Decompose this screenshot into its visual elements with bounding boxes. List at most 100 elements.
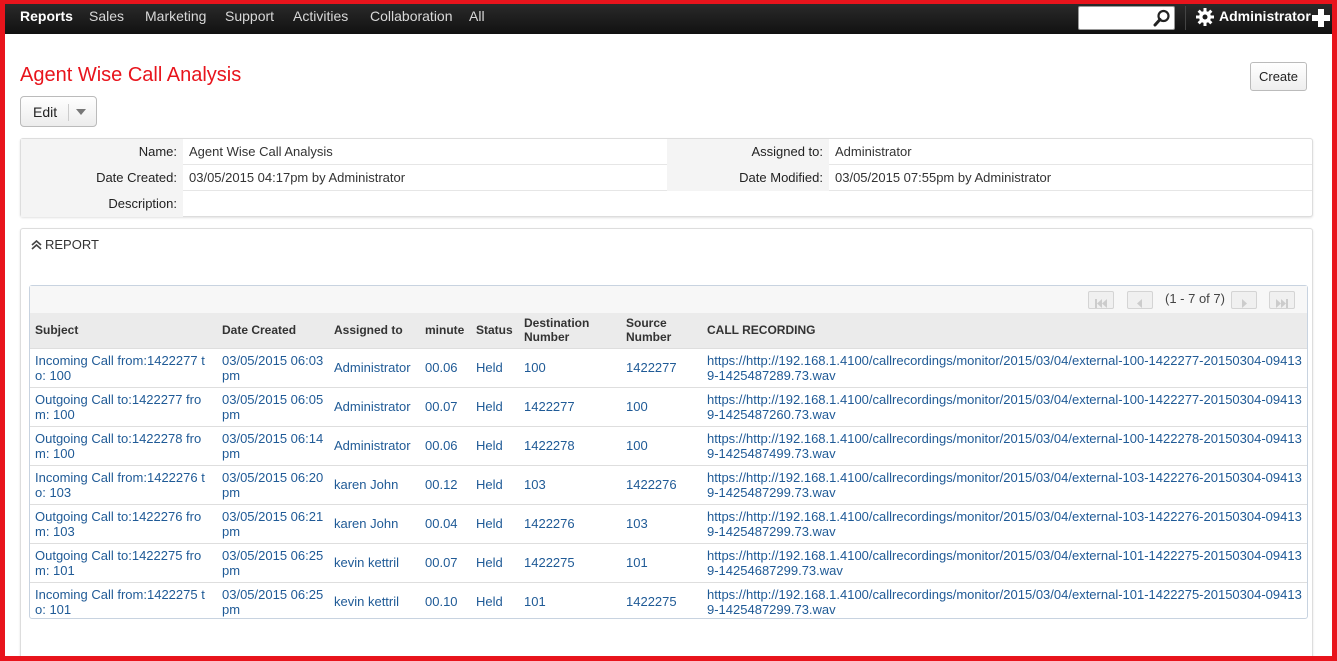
nav-item-support[interactable]: Support [225,8,274,24]
minute-cell[interactable]: 00.12 [425,477,458,492]
search-input[interactable] [1078,6,1175,30]
column-header-subject[interactable]: Subject [30,313,217,348]
column-header-status[interactable]: Status [471,313,519,348]
subject-link[interactable]: Outgoing Call to:1422275 from: 101 [35,548,201,578]
nav-item-collaboration[interactable]: Collaboration [370,8,453,24]
subject-link[interactable]: Incoming Call from:1422277 to: 100 [35,353,205,383]
detail-row-description: Description: [21,191,1312,217]
destination-number-cell[interactable]: 100 [524,360,546,375]
create-button[interactable]: Create [1250,62,1307,91]
detail-row-name: Name: Agent Wise Call Analysis Assigned … [21,139,1312,165]
nav-item-activities[interactable]: Activities [293,8,348,24]
name-label: Name: [21,139,183,165]
minute-cell[interactable]: 00.06 [425,438,458,453]
destination-number-cell[interactable]: 1422277 [524,399,575,414]
report-section-toggle[interactable]: REPORT [31,237,99,252]
subject-link[interactable]: Outgoing Call to:1422278 from: 100 [35,431,201,461]
assigned-to-link[interactable]: Administrator [334,438,411,453]
report-table: (1 - 7 of 7) Subject Date Created Assign… [29,285,1308,621]
source-number-cell[interactable]: 103 [626,516,648,531]
next-page-button[interactable] [1231,291,1257,309]
destination-number-cell[interactable]: 101 [524,594,546,609]
caret-down-icon[interactable] [76,109,86,115]
last-page-button[interactable] [1269,291,1295,309]
destination-number-cell[interactable]: 103 [524,477,546,492]
status-cell[interactable]: Held [476,516,503,531]
table-row: Incoming Call from:1422276 to: 103 03/05… [30,464,1307,504]
edit-button-divider [68,104,69,121]
call-recording-link[interactable]: https://http://192.168.1.4100/callrecord… [707,392,1302,422]
subject-link[interactable]: Incoming Call from:1422275 to: 101 [35,587,205,617]
assigned-to-link[interactable]: kevin kettril [334,555,399,570]
call-recording-link[interactable]: https://http://192.168.1.4100/callrecord… [707,431,1302,461]
status-cell[interactable]: Held [476,555,503,570]
nav-item-marketing[interactable]: Marketing [145,8,206,24]
column-header-call-recording[interactable]: CALL RECORDING [702,313,1307,348]
date-created-cell[interactable]: 03/05/2015 06:25pm [222,587,323,617]
table-header-row: Subject Date Created Assigned to minute … [30,313,1307,348]
call-recording-link[interactable]: https://http://192.168.1.4100/callrecord… [707,587,1302,617]
date-created-cell[interactable]: 03/05/2015 06:14pm [222,431,323,461]
source-number-cell[interactable]: 100 [626,399,648,414]
subject-link[interactable]: Incoming Call from:1422276 to: 103 [35,470,205,500]
user-name: Administrator [1219,8,1311,24]
minute-cell[interactable]: 00.06 [425,360,458,375]
plus-icon[interactable] [1311,8,1331,28]
date-created-cell[interactable]: 03/05/2015 06:21pm [222,509,323,539]
assigned-to-link[interactable]: karen John [334,477,398,492]
call-recording-link[interactable]: https://http://192.168.1.4100/callrecord… [707,548,1302,578]
call-recording-link[interactable]: https://http://192.168.1.4100/callrecord… [707,470,1302,500]
assigned-to-link[interactable]: Administrator [334,399,411,414]
status-cell[interactable]: Held [476,360,503,375]
table-row: Outgoing Call to:1422277 from: 100 03/05… [30,386,1307,426]
source-number-cell[interactable]: 1422275 [626,594,677,609]
assigned-to-link[interactable]: kevin kettril [334,594,399,609]
assigned-to-link[interactable]: karen John [334,516,398,531]
column-header-date-created[interactable]: Date Created [217,313,329,348]
pagination-bar: (1 - 7 of 7) [30,286,1307,313]
assigned-to-link[interactable]: Administrator [334,360,411,375]
status-cell[interactable]: Held [476,477,503,492]
nav-item-reports[interactable]: Reports [20,8,73,24]
table-row: Incoming Call from:1422277 to: 100 03/05… [30,347,1307,387]
destination-number-cell[interactable]: 1422278 [524,438,575,453]
date-created-cell[interactable]: 03/05/2015 06:03pm [222,353,323,383]
call-recording-link[interactable]: https://http://192.168.1.4100/callrecord… [707,509,1302,539]
column-header-minute[interactable]: minute [420,313,471,348]
top-nav: Reports Sales Marketing Support Activiti… [5,4,1332,34]
source-number-cell[interactable]: 100 [626,438,648,453]
collapse-icon [31,240,42,250]
status-cell[interactable]: Held [476,438,503,453]
column-header-assigned-to[interactable]: Assigned to [329,313,420,348]
destination-number-cell[interactable]: 1422275 [524,555,575,570]
search-icon[interactable] [1153,9,1171,27]
nav-divider [1185,6,1186,30]
date-created-cell[interactable]: 03/05/2015 06:25pm [222,548,323,578]
subject-link[interactable]: Outgoing Call to:1422276 from: 103 [35,509,201,539]
call-recording-link[interactable]: https://http://192.168.1.4100/callrecord… [707,353,1302,383]
column-header-destination-number[interactable]: Destination Number [519,313,621,348]
prev-page-button[interactable] [1127,291,1153,309]
status-cell[interactable]: Held [476,594,503,609]
source-number-cell[interactable]: 1422276 [626,477,677,492]
status-cell[interactable]: Held [476,399,503,414]
minute-cell[interactable]: 00.04 [425,516,458,531]
destination-number-cell[interactable]: 1422276 [524,516,575,531]
date-created-cell[interactable]: 03/05/2015 06:20pm [222,470,323,500]
date-modified-value: 03/05/2015 07:55pm by Administrator [835,170,1052,185]
date-created-cell[interactable]: 03/05/2015 06:05pm [222,392,323,422]
edit-button[interactable]: Edit [20,96,97,127]
date-created-label: Date Created: [21,165,183,191]
nav-item-sales[interactable]: Sales [89,8,124,24]
table-row: Outgoing Call to:1422275 from: 101 03/05… [30,542,1307,582]
minute-cell[interactable]: 00.07 [425,399,458,414]
subject-link[interactable]: Outgoing Call to:1422277 from: 100 [35,392,201,422]
page-title: Agent Wise Call Analysis [20,64,242,86]
first-page-button[interactable] [1088,291,1114,309]
nav-item-all[interactable]: All [469,8,485,24]
column-header-source-number[interactable]: Source Number [621,313,702,348]
source-number-cell[interactable]: 1422277 [626,360,677,375]
minute-cell[interactable]: 00.10 [425,594,458,609]
source-number-cell[interactable]: 101 [626,555,648,570]
minute-cell[interactable]: 00.07 [425,555,458,570]
